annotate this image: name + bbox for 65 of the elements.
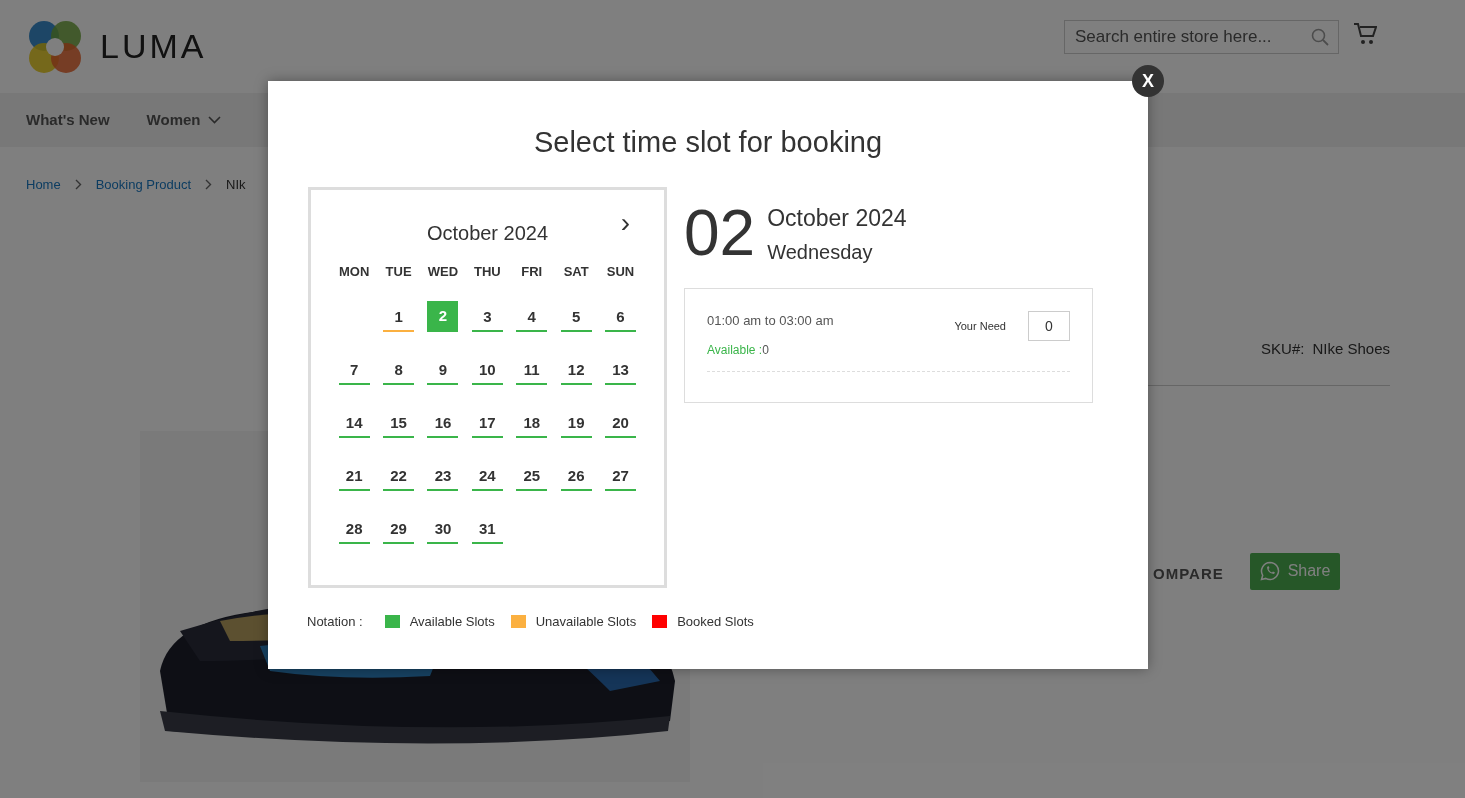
day-cell[interactable]: 24 [471, 459, 503, 491]
day-cell[interactable]: 11 [516, 353, 548, 385]
day-cell[interactable]: 16 [427, 406, 459, 438]
slot-time: 01:00 am to 03:00 am [707, 312, 834, 330]
selected-day: 02 [684, 200, 756, 265]
day-cell[interactable]: 9 [427, 353, 459, 385]
month-title: October 2024 [426, 220, 549, 246]
chevron-right-icon [205, 179, 213, 191]
day-cell[interactable]: 13 [605, 353, 637, 385]
day-cell[interactable]: 18 [516, 406, 548, 438]
selected-month: October 2024 [767, 203, 907, 233]
legend-label: Booked Slots [677, 612, 754, 631]
next-month-button[interactable]: › [620, 207, 630, 238]
day-cell[interactable]: 25 [516, 459, 548, 491]
weekday-label: SUN [606, 262, 635, 281]
day-cell[interactable]: 10 [471, 353, 503, 385]
day-cell[interactable]: 20 [605, 406, 637, 438]
day-cell[interactable]: 22 [383, 459, 415, 491]
day-cell[interactable]: 3 [471, 300, 503, 332]
dialog-title: Select time slot for booking [532, 125, 884, 160]
breadcrumb-link[interactable]: NIk [226, 175, 246, 195]
day-cell[interactable]: 27 [605, 459, 637, 491]
weekday-label: MON [339, 262, 370, 281]
day-cell[interactable]: 14 [338, 406, 370, 438]
day-cell[interactable]: 26 [560, 459, 592, 491]
day-cell[interactable]: 21 [338, 459, 370, 491]
search-field[interactable]: Search entire store here... [1064, 19, 1339, 54]
selected-weekday: Wednesday [767, 240, 874, 265]
day-cell[interactable]: 23 [427, 459, 459, 491]
day-cell[interactable]: 28 [338, 512, 370, 544]
sku-label: SKU#: [1261, 338, 1305, 359]
weekday-label: TUE [385, 262, 412, 281]
weekday-label: SAT [563, 262, 589, 281]
availability-label: Available : [707, 341, 763, 359]
day-cell[interactable]: 8 [383, 353, 415, 385]
chat-bubble-icon [1259, 561, 1280, 581]
compare-link[interactable]: OMPARE [1153, 562, 1224, 585]
sku-value: NIke Shoes [1312, 338, 1390, 359]
day-cell[interactable]: 7 [338, 353, 370, 385]
close-button[interactable]: X [1132, 65, 1164, 97]
weekday-label: THU [474, 262, 501, 281]
day-cell[interactable]: 4 [516, 300, 548, 332]
day-cell[interactable]: 17 [471, 406, 503, 438]
day-cell[interactable]: 6 [605, 300, 637, 332]
quantity-field[interactable]: 0 [1028, 311, 1070, 341]
day-cell[interactable]: 1 [383, 300, 415, 332]
day-cell[interactable]: 19 [560, 406, 592, 438]
day-cell[interactable]: 29 [383, 512, 415, 544]
weekday-label: WED [427, 262, 459, 281]
weekday-label: FRI [521, 262, 543, 281]
logo-icon[interactable] [28, 19, 82, 74]
search-icon[interactable] [1311, 27, 1329, 46]
chevron-right-icon [74, 179, 82, 191]
day-cell[interactable]: 30 [427, 512, 459, 544]
cart-icon[interactable] [1353, 21, 1377, 46]
day-cell[interactable]: 5 [560, 300, 592, 332]
day-cell[interactable]: 15 [383, 406, 415, 438]
day-cell[interactable]: 12 [560, 353, 592, 385]
logo-text[interactable]: LUMA [100, 21, 207, 72]
legend-label: Available Slots [409, 612, 495, 631]
day-cell[interactable]: 31 [471, 512, 503, 544]
availability-count: 0 [762, 341, 769, 359]
legend-label: Unavailable Slots [535, 612, 637, 631]
quantity-label: Your Need [954, 319, 1006, 334]
notation-label: Notation : [307, 612, 363, 631]
